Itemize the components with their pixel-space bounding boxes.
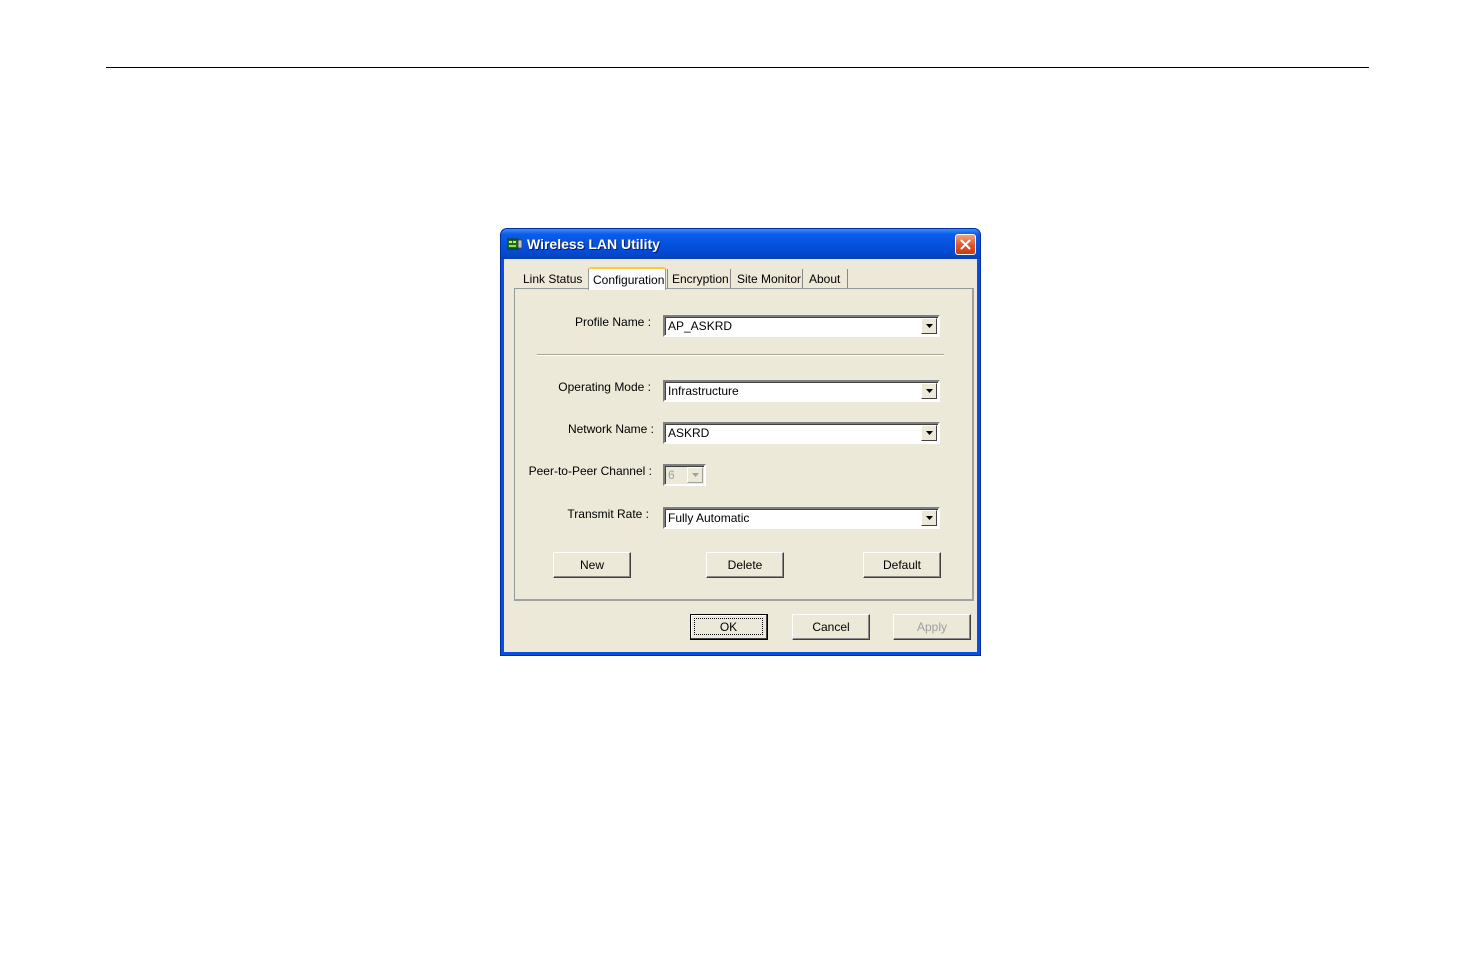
network-name-dropdown-button[interactable]	[921, 425, 937, 441]
peer-to-peer-channel-value: 6	[668, 468, 675, 482]
transmit-rate-dropdown-button[interactable]	[921, 510, 937, 526]
close-button[interactable]	[955, 234, 976, 255]
transmit-rate-label: Transmit Rate :	[567, 507, 649, 521]
tab-about[interactable]: About	[805, 269, 848, 289]
peer-to-peer-channel-label: Peer-to-Peer Channel :	[528, 464, 652, 478]
window-title: Wireless LAN Utility	[527, 236, 660, 252]
wireless-lan-utility-window: Wireless LAN Utility Link Status Configu…	[501, 229, 980, 655]
chevron-down-icon	[691, 473, 699, 477]
network-name-select[interactable]: ASKRD	[663, 422, 940, 444]
ok-button[interactable]: OK	[690, 614, 768, 640]
new-profile-button[interactable]: New	[553, 552, 631, 578]
profile-name-dropdown-button[interactable]	[921, 318, 937, 334]
transmit-rate-select[interactable]: Fully Automatic	[663, 507, 940, 529]
ok-button-label: OK	[694, 618, 763, 635]
profile-name-select[interactable]: AP_ASKRD	[663, 315, 940, 337]
network-name-label: Network Name :	[567, 422, 654, 436]
network-name-value: ASKRD	[668, 426, 710, 440]
tab-strip: Link Status Configuration Encryption Sit…	[516, 267, 976, 290]
chevron-down-icon	[925, 324, 933, 328]
operating-mode-label: Operating Mode :	[558, 380, 651, 394]
network-card-icon	[507, 238, 523, 250]
chevron-down-icon	[925, 516, 933, 520]
chevron-down-icon	[925, 389, 933, 393]
configuration-panel: Profile Name : AP_ASKRD Operating Mode :…	[514, 288, 974, 601]
transmit-rate-value: Fully Automatic	[668, 511, 750, 525]
title-bar[interactable]: Wireless LAN Utility	[501, 229, 980, 259]
tab-encryption[interactable]: Encryption	[667, 269, 731, 289]
operating-mode-value: Infrastructure	[668, 384, 739, 398]
peer-to-peer-channel-select: 6	[663, 464, 706, 486]
operating-mode-select[interactable]: Infrastructure	[663, 380, 940, 402]
tab-site-monitor[interactable]: Site Monitor	[733, 269, 803, 289]
profile-name-label: Profile Name :	[575, 315, 652, 329]
apply-button: Apply	[893, 614, 971, 640]
close-x-icon	[960, 239, 971, 250]
profile-name-value: AP_ASKRD	[668, 319, 733, 333]
default-profile-button[interactable]: Default	[863, 552, 941, 578]
page-top-rule	[106, 67, 1369, 68]
section-divider	[537, 354, 944, 356]
tab-configuration[interactable]: Configuration	[588, 267, 666, 290]
channel-dropdown-button	[687, 467, 703, 483]
tab-link-status[interactable]: Link Status	[519, 269, 591, 289]
chevron-down-icon	[925, 431, 933, 435]
cancel-button[interactable]: Cancel	[792, 614, 870, 640]
operating-mode-dropdown-button[interactable]	[921, 383, 937, 399]
delete-profile-button[interactable]: Delete	[706, 552, 784, 578]
